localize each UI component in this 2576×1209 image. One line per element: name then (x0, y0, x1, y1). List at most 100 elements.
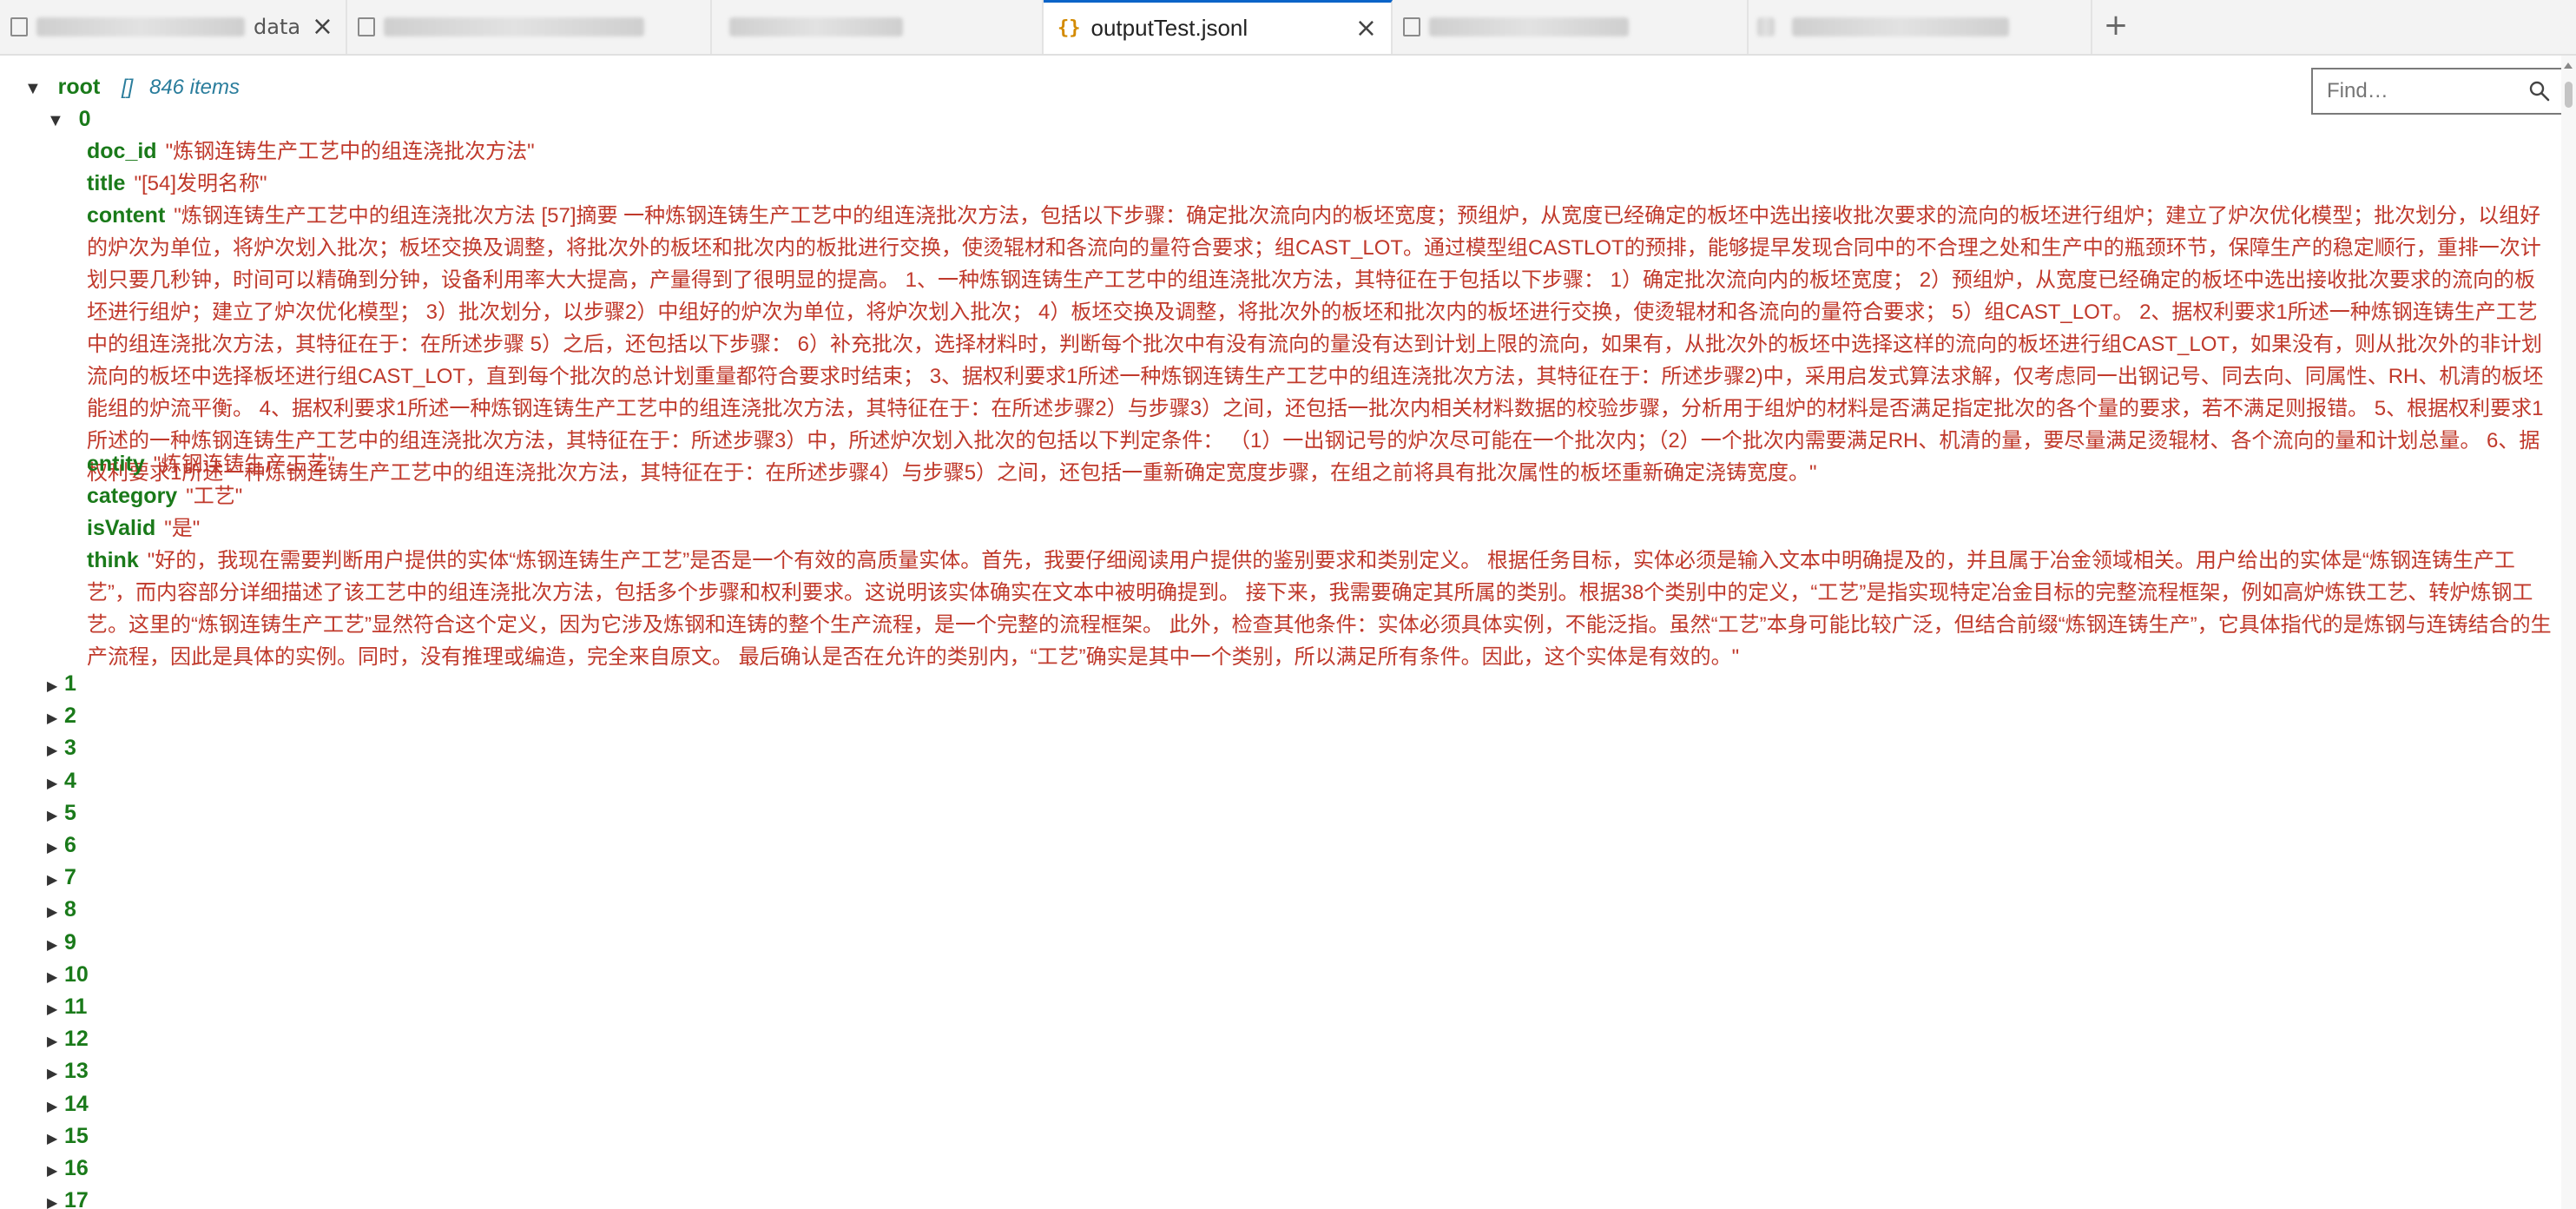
collapsed-arrow-icon[interactable]: ▶ (47, 703, 64, 735)
tree-row-index[interactable]: ▶ 2 (47, 700, 76, 732)
collapsed-arrow-icon[interactable]: ▶ (47, 1123, 64, 1155)
tab-2-blurred-label (384, 17, 644, 36)
expanded-arrow-icon[interactable]: ▼ (47, 105, 64, 137)
tree-row-index[interactable]: ▶ 9 (47, 927, 76, 959)
property-value: "是" (164, 517, 201, 540)
property-key: entity (87, 452, 145, 476)
property-doc-id[interactable]: doc_id "炼钢连铸生产工艺中的组连浇批次方法" (87, 135, 535, 168)
root-key: root (57, 75, 101, 99)
property-key: content (87, 203, 166, 228)
property-entity[interactable]: entity "炼钢连铸生产工艺" (87, 448, 335, 480)
tree-row-root[interactable]: ▼ root [] 846 items (24, 71, 240, 103)
index-key: 0 (78, 107, 91, 131)
tab-5-blurred-label (1429, 17, 1629, 36)
collapsed-arrow-icon[interactable]: ▶ (47, 800, 64, 832)
property-value: "炼钢连铸生产工艺中的组连浇批次方法 [57]摘要 一种炼钢连铸生产工艺中的组连… (87, 204, 2544, 485)
tab-6-blurred-glyph (1757, 17, 1775, 36)
property-value: "工艺" (186, 485, 243, 508)
property-content[interactable]: content "炼钢连铸生产工艺中的组连浇批次方法 [57]摘要 一种炼钢连铸生… (87, 200, 2553, 489)
collapsed-arrow-icon[interactable]: ▶ (47, 1026, 64, 1058)
collapsed-arrow-icon[interactable]: ▶ (47, 1187, 64, 1209)
property-title[interactable]: title "[54]发明名称" (87, 168, 267, 200)
property-think[interactable]: think "好的，我现在需要判断用户提供的实体“炼钢连铸生产工艺”是否是一个有效… (87, 545, 2553, 673)
tab-output-test-jsonl[interactable]: {} outputTest.jsonl × (1044, 0, 1393, 54)
json-tree-view: ▼ root [] 846 items ▼ 0 doc_id "炼钢连铸生产工艺中… (0, 56, 2553, 1209)
index-key: 4 (64, 768, 76, 793)
collapsed-arrow-icon[interactable]: ▶ (47, 864, 64, 896)
root-type-brackets: [] (121, 76, 134, 99)
index-key: 16 (64, 1156, 89, 1180)
index-key: 5 (64, 800, 76, 825)
tree-row-index[interactable]: ▶ 10 (47, 959, 89, 991)
index-key: 1 (64, 671, 76, 696)
tab-active-label: outputTest.jsonl (1090, 15, 1248, 41)
close-icon[interactable]: × (312, 14, 333, 40)
tree-row-index[interactable]: ▶ 11 (47, 991, 87, 1023)
index-key: 15 (64, 1123, 89, 1148)
collapsed-arrow-icon[interactable]: ▶ (47, 735, 64, 767)
tree-row-index[interactable]: ▶ 16 (47, 1153, 89, 1185)
tree-row-index[interactable]: ▶ 14 (47, 1088, 89, 1120)
property-key: category (87, 484, 178, 508)
tree-row-index[interactable]: ▶ 5 (47, 797, 76, 829)
property-key: doc_id (87, 139, 157, 163)
index-key: 3 (64, 736, 76, 761)
search-icon[interactable] (2528, 80, 2551, 102)
index-key: 14 (64, 1091, 89, 1116)
tab-3[interactable] (712, 0, 1044, 54)
scroll-up-arrow-icon[interactable] (2564, 63, 2573, 69)
index-key: 2 (64, 704, 76, 729)
collapsed-arrow-icon[interactable]: ▶ (47, 768, 64, 800)
find-input[interactable] (2325, 78, 2520, 104)
tree-row-index[interactable]: ▶ 12 (47, 1023, 89, 1055)
tree-row-index[interactable]: ▶ 3 (47, 732, 76, 764)
collapsed-arrow-icon[interactable]: ▶ (47, 929, 64, 961)
collapsed-arrow-icon[interactable]: ▶ (47, 1155, 64, 1187)
collapsed-arrow-icon[interactable]: ▶ (47, 832, 64, 864)
collapsed-arrow-icon[interactable]: ▶ (47, 994, 64, 1026)
tree-row-index[interactable]: ▶ 1 (47, 668, 76, 700)
property-isvalid[interactable]: isValid "是" (87, 512, 200, 545)
tab-6[interactable] (1749, 0, 2092, 54)
tree-row-index[interactable]: ▶ 4 (47, 765, 76, 797)
tab-bar: data × {} outputTest.jsonl × + (0, 0, 2576, 56)
index-key: 12 (64, 1027, 89, 1052)
tree-row-index[interactable]: ▶ 6 (47, 829, 76, 862)
expanded-arrow-icon[interactable]: ▼ (24, 73, 42, 105)
close-icon[interactable]: × (1355, 15, 1377, 42)
collapsed-arrow-icon[interactable]: ▶ (47, 961, 64, 994)
tab-5[interactable] (1393, 0, 1749, 54)
tab-3-blurred-label (729, 17, 903, 36)
tree-row-index[interactable]: ▶ 8 (47, 894, 76, 926)
property-key: isValid (87, 516, 156, 540)
tree-row-index[interactable]: ▶ 15 (47, 1120, 89, 1153)
property-key: title (87, 171, 126, 195)
collapsed-arrow-icon[interactable]: ▶ (47, 896, 64, 928)
new-tab-button[interactable]: + (2096, 5, 2136, 45)
index-key: 13 (64, 1059, 89, 1084)
index-key: 7 (64, 865, 76, 890)
collapsed-arrow-icon[interactable]: ▶ (47, 1058, 64, 1090)
terminal-icon (10, 17, 28, 36)
tab-2[interactable] (347, 0, 712, 54)
index-key: 6 (64, 833, 76, 857)
scrollbar-thumb[interactable] (2565, 82, 2573, 108)
vertical-scrollbar[interactable] (2561, 56, 2576, 1209)
tree-row-index[interactable]: ▶ 7 (47, 862, 76, 894)
property-value: "炼钢连铸生产工艺" (153, 453, 335, 476)
tree-row-index[interactable]: ▶ 13 (47, 1055, 89, 1087)
tab-1-label: data (254, 15, 301, 39)
tab-1[interactable]: data × (0, 0, 347, 54)
property-value: "[54]发明名称" (134, 172, 267, 195)
property-category[interactable]: category "工艺" (87, 480, 242, 512)
property-value: "炼钢连铸生产工艺中的组连浇批次方法" (165, 140, 535, 163)
collapsed-arrow-icon[interactable]: ▶ (47, 671, 64, 703)
find-box[interactable] (2311, 68, 2563, 115)
index-key: 11 (64, 994, 88, 1019)
json-file-icon: {} (1057, 17, 1081, 39)
index-key: 9 (64, 929, 76, 955)
tree-row-index-0[interactable]: ▼ 0 (47, 103, 91, 135)
root-item-count: 846 items (148, 76, 240, 99)
collapsed-arrow-icon[interactable]: ▶ (47, 1091, 64, 1123)
tree-row-index[interactable]: ▶ 17 (47, 1185, 89, 1209)
